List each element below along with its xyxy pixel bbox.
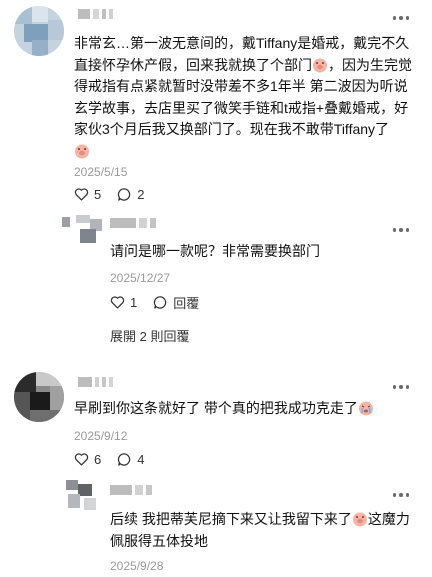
avatar[interactable] (14, 372, 64, 422)
reply-count: 4 (137, 451, 145, 467)
more-icon (392, 385, 397, 389)
comment-text: 早刷到你这条就好了 带个真的把我成功克走了 (74, 398, 420, 420)
comment-actions: 6 4 (74, 451, 160, 467)
reply-count: 2 (137, 186, 145, 202)
crying-emoji-icon (358, 400, 374, 416)
like-count: 5 (94, 186, 102, 202)
comment-actions: 5 2 (74, 186, 160, 202)
username-blurred[interactable] (110, 484, 152, 496)
expand-replies-link[interactable]: 展開 2 則回覆 (110, 326, 189, 345)
comment-date: 2025/5/15 (74, 165, 128, 179)
more-options-button[interactable] (389, 379, 413, 395)
username-blurred[interactable] (110, 217, 156, 229)
more-icon (392, 493, 397, 497)
like-button[interactable]: 5 (74, 187, 101, 202)
like-button[interactable]: 1 (110, 295, 137, 310)
comment-icon (118, 187, 131, 201)
like-count: 1 (130, 294, 138, 310)
more-icon (392, 16, 397, 20)
heart-icon (74, 453, 89, 466)
reply-date: 2025/12/27 (110, 271, 171, 285)
comment-date: 2025/9/12 (74, 429, 128, 443)
reply-button[interactable]: 4 (117, 452, 144, 467)
username-blurred[interactable] (78, 376, 113, 388)
username-blurred[interactable] (78, 8, 113, 20)
reply-date: 2025/9/28 (110, 559, 164, 573)
heart-icon (74, 188, 89, 201)
pig-emoji-icon (352, 511, 368, 527)
heart-icon (110, 296, 125, 309)
more-options-button[interactable] (389, 222, 413, 238)
avatar[interactable] (62, 480, 104, 512)
comment-icon (118, 452, 131, 466)
avatar[interactable] (14, 6, 64, 56)
avatar[interactable] (62, 215, 104, 245)
like-count: 6 (94, 451, 102, 467)
reply-label: 回覆 (173, 295, 200, 311)
more-options-button[interactable] (389, 487, 413, 503)
reply-button[interactable]: 回覆 (153, 293, 199, 312)
reply-text: 后续 我把蒂芙尼摘下来又让我留下来了 这魔力佩服得五体投地 (110, 511, 410, 549)
comment-icon (154, 295, 167, 309)
more-options-button[interactable] (389, 10, 413, 26)
reply-actions: 1 回覆 (110, 293, 215, 312)
pig-emoji-icon (312, 57, 328, 73)
comment-text: 非常玄…第一波无意间的，戴Tiffany是婚戒，戴完不久直接怀孕休产假，回来我就… (74, 33, 420, 162)
pig-emoji-icon (74, 143, 90, 159)
like-button[interactable]: 6 (74, 452, 101, 467)
reply-button[interactable]: 2 (117, 187, 144, 202)
reply-text: 请问是哪一款呢？非常需要换部门 (110, 243, 320, 259)
more-icon (392, 228, 397, 232)
